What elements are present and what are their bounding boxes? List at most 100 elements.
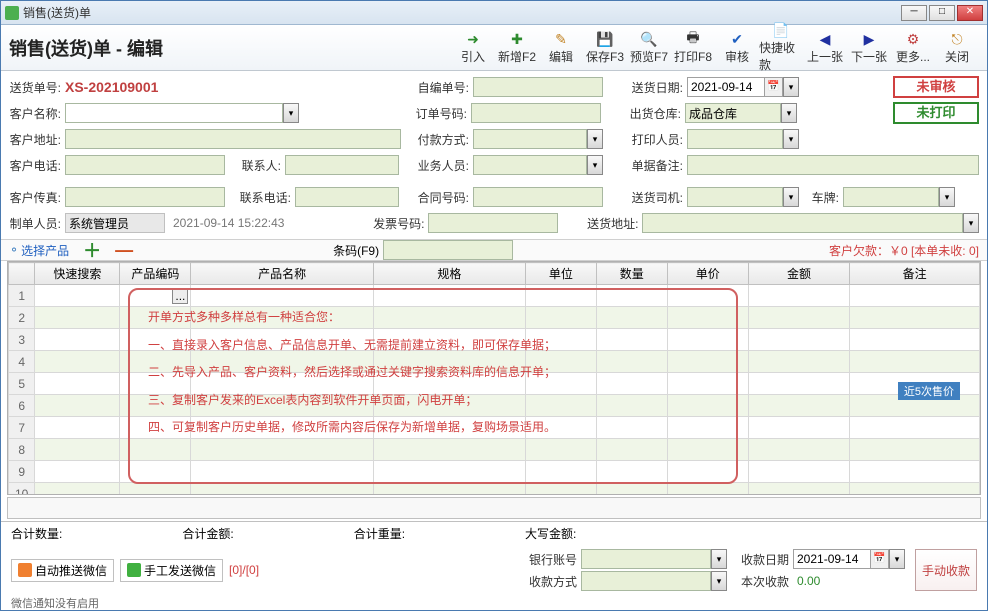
- input-contact[interactable]: [285, 155, 399, 175]
- input-fax[interactable]: [65, 187, 225, 207]
- wh-dropdown[interactable]: ▾: [781, 103, 797, 123]
- grid-cell[interactable]: [35, 329, 120, 351]
- grid-cell[interactable]: [667, 461, 748, 483]
- grid-cell[interactable]: [748, 307, 849, 329]
- plate-dropdown[interactable]: ▾: [939, 187, 955, 207]
- price-history-tip[interactable]: 近5次售价: [898, 382, 960, 400]
- grid-header[interactable]: 单位: [525, 263, 596, 285]
- grid-header[interactable]: 产品名称: [191, 263, 373, 285]
- grid-cell[interactable]: [120, 439, 191, 461]
- grid-cell[interactable]: [35, 439, 120, 461]
- grid-header[interactable]: 产品编码: [120, 263, 191, 285]
- grid-cell[interactable]: [120, 351, 191, 373]
- print-button[interactable]: 🖶打印F8: [671, 26, 715, 70]
- grid-cell[interactable]: [667, 417, 748, 439]
- grid-cell[interactable]: [596, 461, 667, 483]
- table-row[interactable]: 5: [9, 373, 980, 395]
- grid-cell[interactable]: [35, 285, 120, 307]
- quickpay-button[interactable]: 📄快捷收款: [759, 26, 803, 70]
- input-self-no[interactable]: [473, 77, 603, 97]
- grid-cell[interactable]: [373, 417, 525, 439]
- table-row[interactable]: 9: [9, 461, 980, 483]
- grid-cell[interactable]: [850, 307, 980, 329]
- grid-header[interactable]: 规格: [373, 263, 525, 285]
- input-order-no[interactable]: [471, 103, 601, 123]
- grid-cell[interactable]: [373, 329, 525, 351]
- printer-dropdown[interactable]: ▾: [783, 129, 799, 149]
- grid-cell[interactable]: [748, 351, 849, 373]
- grid-cell[interactable]: [850, 483, 980, 496]
- grid-cell[interactable]: [373, 351, 525, 373]
- grid-header[interactable]: 金额: [748, 263, 849, 285]
- grid-cell[interactable]: [525, 483, 596, 496]
- grid-cell[interactable]: [35, 373, 120, 395]
- input-printer[interactable]: [687, 129, 783, 149]
- grid-cell[interactable]: [191, 307, 373, 329]
- grid-cell[interactable]: [525, 373, 596, 395]
- shipaddr-dropdown[interactable]: ▾: [963, 213, 979, 233]
- auto-push-wechat-button[interactable]: 自动推送微信: [11, 559, 114, 582]
- grid-cell[interactable]: [120, 417, 191, 439]
- input-invoice[interactable]: [428, 213, 558, 233]
- grid-cell[interactable]: ...: [120, 285, 191, 307]
- input-ship-addr[interactable]: [642, 213, 963, 233]
- grid-cell[interactable]: [35, 483, 120, 496]
- grid-cell[interactable]: [667, 439, 748, 461]
- grid-cell[interactable]: [850, 351, 980, 373]
- grid-cell[interactable]: [35, 417, 120, 439]
- grid-cell[interactable]: [373, 307, 525, 329]
- input-driver[interactable]: [687, 187, 783, 207]
- grid-cell[interactable]: [596, 417, 667, 439]
- grid-cell[interactable]: [667, 483, 748, 496]
- grid-cell[interactable]: [596, 351, 667, 373]
- grid-cell[interactable]: [191, 483, 373, 496]
- minimize-button[interactable]: ─: [901, 5, 927, 21]
- input-contact-phone[interactable]: [295, 187, 399, 207]
- table-row[interactable]: 7: [9, 417, 980, 439]
- grid-cell[interactable]: [525, 461, 596, 483]
- more-button[interactable]: ⚙更多...: [891, 26, 935, 70]
- grid-cell[interactable]: [120, 461, 191, 483]
- grid-cell[interactable]: [191, 417, 373, 439]
- sales-dropdown[interactable]: ▾: [587, 155, 603, 175]
- bank-dropdown[interactable]: ▾: [711, 549, 727, 569]
- manual-receive-button[interactable]: 手动收款: [915, 549, 977, 591]
- input-recv-date[interactable]: [793, 549, 871, 569]
- calendar-icon[interactable]: 📅: [765, 77, 783, 97]
- save-button[interactable]: 💾保存F3: [583, 26, 627, 70]
- close-button[interactable]: ✕: [957, 5, 983, 21]
- grid-cell[interactable]: [191, 439, 373, 461]
- grid-cell[interactable]: [373, 285, 525, 307]
- table-row[interactable]: 10: [9, 483, 980, 496]
- grid-cell[interactable]: [120, 373, 191, 395]
- paymethod-dropdown[interactable]: ▾: [587, 129, 603, 149]
- grid-cell[interactable]: [748, 461, 849, 483]
- next-button[interactable]: ▶下一张: [847, 26, 891, 70]
- table-row[interactable]: 1...: [9, 285, 980, 307]
- table-row[interactable]: 2: [9, 307, 980, 329]
- grid-cell[interactable]: [373, 461, 525, 483]
- table-row[interactable]: 6: [9, 395, 980, 417]
- select-product-link[interactable]: 选择产品: [21, 242, 69, 259]
- grid-cell[interactable]: [373, 439, 525, 461]
- grid-cell[interactable]: [667, 373, 748, 395]
- grid-cell[interactable]: [596, 307, 667, 329]
- grid-cell[interactable]: [525, 395, 596, 417]
- driver-dropdown[interactable]: ▾: [783, 187, 799, 207]
- grid-cell[interactable]: [191, 329, 373, 351]
- grid-header[interactable]: [9, 263, 35, 285]
- grid-cell[interactable]: [748, 439, 849, 461]
- input-addr[interactable]: [65, 129, 401, 149]
- grid-cell[interactable]: [373, 395, 525, 417]
- grid-header[interactable]: 备注: [850, 263, 980, 285]
- grid-cell[interactable]: [191, 461, 373, 483]
- delivery-date-picker[interactable]: 📅 ▾: [687, 77, 799, 97]
- grid-cell[interactable]: [525, 307, 596, 329]
- grid-cell[interactable]: [35, 307, 120, 329]
- grid-cell[interactable]: [748, 329, 849, 351]
- grid-cell[interactable]: [120, 395, 191, 417]
- edit-button[interactable]: ✎编辑: [539, 26, 583, 70]
- grid-cell[interactable]: [596, 395, 667, 417]
- maximize-button[interactable]: □: [929, 5, 955, 21]
- add-row-button[interactable]: ＋: [83, 237, 101, 263]
